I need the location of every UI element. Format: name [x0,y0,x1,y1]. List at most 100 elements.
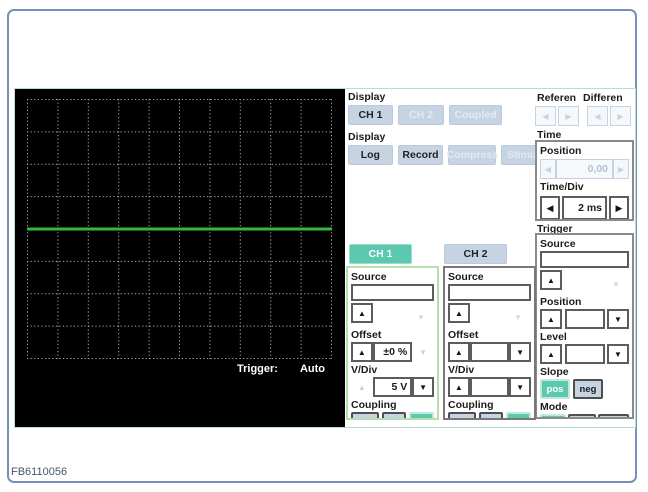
ch2-vdiv-up-button[interactable]: ▲ [448,377,470,397]
ch2-gnd-button[interactable]: GND [448,412,476,418]
trigger-position-down-button[interactable]: ▼ [607,309,629,329]
down-arrow-icon: ▼ [614,349,622,359]
ch2-source-field[interactable] [448,284,531,301]
ch2-source-up-button[interactable]: ▲ [448,303,470,323]
oscilloscope-app: Trigger: Auto Display CH 1 CH 2 Coupled … [0,0,648,492]
display-ch2-button: CH 2 [398,105,444,125]
ch2-dc-button[interactable]: DC [506,412,531,418]
ch2-offset-field[interactable] [469,342,510,362]
ch1-vdiv-up-button: ▲ [351,377,373,397]
ch2-vdiv-label: V/Div [448,364,475,376]
ch1-offset-up-button[interactable]: ▲ [351,342,373,362]
up-arrow-icon: ▲ [358,308,366,318]
trigger-level-down-button[interactable]: ▼ [607,344,629,364]
ch1-source-label: Source [351,271,387,283]
up-arrow-icon: ▲ [357,347,366,357]
ch1-dc-button[interactable]: DC [409,412,434,418]
display-record-button[interactable]: Record [397,145,444,165]
trigger-status-label: Trigger: [237,363,278,375]
trigger-source-up-button[interactable]: ▲ [540,270,562,290]
display-compress-button: Compress [447,145,498,165]
ch1-ac-button[interactable]: AC [381,412,407,418]
ch1-vdiv-row: ▲ 5 V ▼ [351,377,434,397]
trigger-mode-label: Mode [540,401,568,413]
ch2-vdiv-down-button[interactable]: ▼ [509,377,531,397]
mode-norm-button[interactable]: Norm [567,414,597,417]
ch1-vdiv-down-button[interactable]: ▼ [412,377,434,397]
display-coupled-button: Coupled [449,105,502,125]
trigger-level-row: ▲ ▼ [540,344,629,364]
ch1-offset-label: Offset [351,329,382,341]
down-arrow-icon: ▼ [516,347,525,357]
time-position-prev-button: ◀ [540,159,556,179]
down-arrow-icon: ▼ [614,314,622,324]
ch1-source-field[interactable] [351,284,434,301]
scope-display: Trigger: Auto [15,89,345,427]
down-arrow-icon: ▼ [419,382,428,392]
difference-prev-button: ◀ [587,106,608,126]
reference-prev-button: ◀ [535,106,556,126]
ch2-select-button[interactable]: CH 2 [444,244,507,264]
time-position-label: Position [540,145,582,157]
up-arrow-icon: ▲ [454,347,463,357]
up-arrow-icon: ▲ [547,349,555,359]
trigger-slope-row: pos neg [540,379,629,399]
display-section: Display CH 1 CH 2 Coupled Display Log Re… [348,90,548,165]
ch2-offset-up-button[interactable]: ▲ [448,342,470,362]
ch1-vdiv-field[interactable]: 5 V [372,377,413,397]
trigger-level-field[interactable] [564,344,605,364]
trigger-position-label: Position [540,296,582,308]
trigger-source-field[interactable] [540,251,629,268]
ch2-source-down-button: ▼ [507,307,529,327]
display-log-button[interactable]: Log [348,145,393,165]
ch2-ac-button[interactable]: AC [478,412,504,418]
ch1-gnd-button[interactable]: GND [351,412,379,418]
ch1-panel: Source ▲ ▼ Offset ▲ ±0 % ▼ V/Div ▲ 5 V ▼… [346,266,439,420]
down-arrow-icon: ▼ [514,312,522,322]
trigger-source-row: ▲ ▼ [540,270,629,294]
ch2-vdiv-field[interactable] [469,377,510,397]
slope-neg-button[interactable]: neg [573,379,603,399]
trigger-source-down-button: ▼ [605,274,627,294]
ch1-select-button[interactable]: CH 1 [349,244,412,264]
trigger-position-field[interactable] [564,309,605,329]
display-channel-row: CH 1 CH 2 Coupled [348,105,548,125]
mode-auto-button[interactable]: Auto [540,414,566,417]
display-channels-label: Display [348,91,386,103]
time-panel: Position ◀ 0,00 ▶ Time/Div ◀ 2 ms ▶ [535,140,634,221]
left-arrow-icon: ◀ [544,164,552,174]
left-arrow-icon: ◀ [594,111,601,121]
ch1-vdiv-label: V/Div [351,364,378,376]
timediv-field[interactable]: 2 ms [562,196,607,219]
mode-single-button[interactable]: Single [598,414,630,417]
slope-pos-button[interactable]: pos [540,379,570,399]
timediv-increase-button[interactable]: ▶ [609,196,629,219]
ch1-offset-field[interactable]: ±0 % [372,342,413,362]
timediv-decrease-button[interactable]: ◀ [540,196,560,219]
scope-grid [27,99,332,359]
ch2-vdiv-row: ▲ ▼ [448,377,531,397]
trigger-position-up-button[interactable]: ▲ [540,309,562,329]
ch1-offset-row: ▲ ±0 % ▼ [351,342,434,362]
ch1-source-up-button[interactable]: ▲ [351,303,373,323]
down-arrow-icon: ▼ [419,347,428,357]
trigger-slope-label: Slope [540,366,569,378]
trigger-panel: Source ▲ ▼ Position ▲ ▼ Level ▲ ▼ Slope … [535,233,634,419]
figure-code: FB6110056 [11,466,68,478]
down-arrow-icon: ▼ [417,312,425,322]
trigger-level-up-button[interactable]: ▲ [540,344,562,364]
timediv-row: ◀ 2 ms ▶ [540,196,629,219]
down-arrow-icon: ▼ [612,279,620,289]
display-ch1-button[interactable]: CH 1 [348,105,393,125]
refdiff-buttons: ◀ ▶ ◀ ▶ [535,106,634,126]
refdiff-section: Referen Differen ◀ ▶ ◀ ▶ [535,92,634,126]
reference-next-button: ▶ [558,106,579,126]
difference-label: Differen [583,92,623,104]
ch2-offset-down-button[interactable]: ▼ [509,342,531,362]
left-arrow-icon: ◀ [542,111,549,121]
ch2-panel: Source ▲ ▼ Offset ▲ ▼ V/Div ▲ ▼ Coupling… [443,266,536,420]
reference-label: Referen [537,92,577,104]
ch1-offset-down-button: ▼ [412,342,434,362]
ch2-source-label: Source [448,271,484,283]
display-mode-row: Log Record Compress Stimuli [348,145,548,165]
